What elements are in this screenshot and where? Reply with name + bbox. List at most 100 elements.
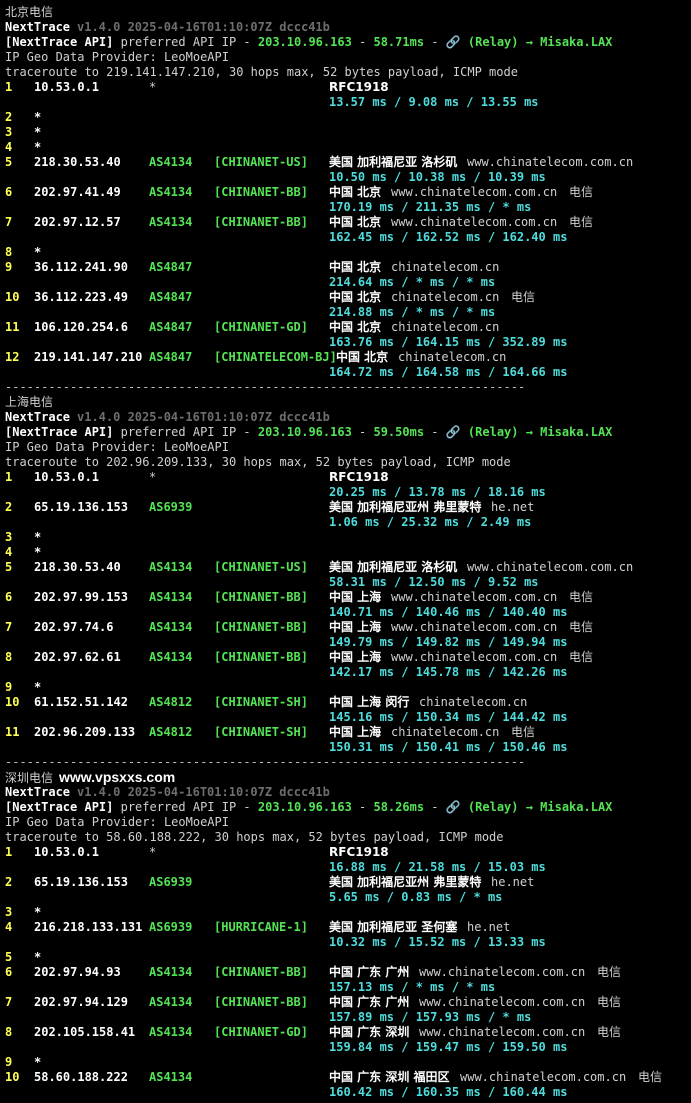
hop-geo: 美国 加利福尼亚 洛杉矶 — [329, 560, 458, 574]
hop-number: 8 — [5, 1025, 13, 1039]
hop-hostname: chinatelecom.cn — [391, 320, 500, 334]
traceroute-command: traceroute to 219.141.147.210, 30 hops m… — [5, 65, 518, 79]
hop-ip: 106.120.254.6 — [34, 320, 128, 334]
hop-number: 12 — [5, 350, 20, 364]
api-relay: 🔗 (Relay) → Misaka.LAX — [445, 425, 613, 439]
hop-hostname: he.net — [467, 920, 511, 934]
hop-asn: AS4134 — [149, 215, 193, 229]
geo-provider-line: IP Geo Data Provider: LeoMoeAPI — [5, 50, 229, 65]
hop-number: 3 — [5, 530, 13, 544]
hop-number: 3 — [5, 125, 13, 139]
hop-rtt: 150.31 ms / 150.41 ms / 150.46 ms — [329, 740, 568, 754]
hop-geo: 中国 广东 深圳 福田区 — [329, 1070, 450, 1084]
api-ip: 203.10.96.163 — [257, 425, 352, 439]
hop-geo: 中国 北京 — [329, 320, 382, 334]
geo-provider-text: IP Geo Data Provider: LeoMoeAPI — [5, 440, 229, 454]
hop-tag: [CHINANET-BB] — [214, 185, 308, 199]
hop-geo: 中国 北京 — [336, 350, 389, 364]
api-dash: - — [351, 425, 374, 439]
geo-provider-line: IP Geo Data Provider: LeoMoeAPI — [5, 815, 229, 830]
hop-number: 5 — [5, 560, 13, 574]
geo-provider-text: IP Geo Data Provider: LeoMoeAPI — [5, 815, 229, 829]
hop-tag: [CHINANET-BB] — [214, 590, 308, 604]
section-separator: ----------------------------------------… — [5, 755, 525, 770]
hop-geo: 美国 加利福尼亚州 弗里蒙特 — [329, 500, 482, 514]
hop-ip: 218.30.53.40 — [34, 560, 121, 574]
hop-asn: AS4134 — [149, 155, 193, 169]
hop-number: 10 — [5, 1070, 20, 1084]
hop-asn: AS4847 — [149, 290, 193, 304]
hop-number: 5 — [5, 950, 13, 964]
hop-geo: RFC1918 — [329, 470, 389, 484]
hop-tag: [CHINANET-US] — [214, 560, 308, 574]
section-title: 深圳电信 www.vpsxxs.com — [5, 770, 175, 786]
hop-number: 2 — [5, 500, 13, 514]
brand-name: NextTrace — [5, 785, 71, 799]
hop-geo: RFC1918 — [329, 80, 389, 94]
hop-geo: 中国 上海 — [329, 590, 382, 604]
hop-isp: 电信 — [597, 965, 622, 979]
hop-hostname: he.net — [491, 500, 535, 514]
hop-tag: [CHINANET-US] — [214, 155, 308, 169]
hop-isp: 电信 — [569, 650, 594, 664]
hop-timeout: * — [34, 905, 42, 919]
nexttrace-version-line: NextTrace v1.4.0 2025-04-16T01:10:07Z dcc… — [5, 410, 330, 425]
hop-asn: AS4134 — [149, 650, 193, 664]
hop-asn: AS6939 — [149, 875, 193, 889]
hop-hostname: chinatelecom.cn — [391, 290, 500, 304]
hop-rtt: 214.88 ms / * ms / * ms — [329, 305, 496, 319]
geo-provider-text: IP Geo Data Provider: LeoMoeAPI — [5, 50, 229, 64]
version-string: v1.4.0 2025-04-16T01:10:07Z dccc41b — [77, 410, 330, 424]
hop-hostname: www.chinatelecom.com.cn — [391, 650, 558, 664]
hop-asn: AS6939 — [149, 920, 193, 934]
api-separator: - — [424, 35, 446, 49]
hop-ip: 202.97.41.49 — [34, 185, 121, 199]
hop-ip: 202.97.94.93 — [34, 965, 121, 979]
hop-number: 7 — [5, 995, 13, 1009]
hop-timeout: * — [34, 680, 42, 694]
terminal-window: 北京电信 NextTrace v1.4.0 2025-04-16T01:10:07Z… — [0, 0, 691, 1103]
hop-geo: 中国 上海 闵行 — [329, 695, 410, 709]
hop-asn: AS4134 — [149, 965, 193, 979]
hop-ip: 202.96.209.133 — [34, 725, 136, 739]
hop-hostname: www.chinatelecom.com.cn — [391, 590, 558, 604]
hop-geo: 美国 加利福尼亚州 弗里蒙特 — [329, 875, 482, 889]
hop-number: 7 — [5, 620, 13, 634]
api-latency: 58.71ms — [373, 35, 425, 49]
version-string: v1.4.0 2025-04-16T01:10:07Z dccc41b — [77, 785, 330, 799]
hop-hostname: www.chinatelecom.com.cn — [391, 620, 558, 634]
api-dash: - — [351, 800, 374, 814]
traceroute-line: traceroute to 219.141.147.210, 30 hops m… — [5, 65, 518, 80]
nexttrace-version-line: NextTrace v1.4.0 2025-04-16T01:10:07Z dcc… — [5, 785, 330, 800]
hop-number: 2 — [5, 110, 13, 124]
hop-rtt: 5.65 ms / 0.83 ms / * ms — [329, 890, 503, 904]
api-ip: 203.10.96.163 — [257, 800, 352, 814]
hop-asn: AS4134 — [149, 185, 193, 199]
hop-number: 4 — [5, 920, 13, 934]
hop-ip: 61.152.51.142 — [34, 695, 128, 709]
hop-tag: [CHINANET-GD] — [214, 1025, 308, 1039]
hop-rtt: 142.17 ms / 145.78 ms / 142.26 ms — [329, 665, 568, 679]
hop-geo: 中国 北京 — [329, 185, 382, 199]
hop-hostname: www.chinatelecom.com.cn — [419, 1025, 586, 1039]
nexttrace-version-line: NextTrace v1.4.0 2025-04-16T01:10:07Z dcc… — [5, 20, 330, 35]
section-title-text: 深圳电信 — [5, 771, 54, 785]
hop-geo: 中国 上海 — [329, 725, 382, 739]
hop-tag: [CHINANET-BB] — [214, 620, 308, 634]
geo-provider-line: IP Geo Data Provider: LeoMoeAPI — [5, 440, 229, 455]
section-title-text: 北京电信 — [5, 5, 54, 19]
hop-hostname: www.chinatelecom.com.cn — [391, 185, 558, 199]
hop-rtt: 20.25 ms / 13.78 ms / 18.16 ms — [329, 485, 546, 499]
hop-rtt: 214.64 ms / * ms / * ms — [329, 275, 496, 289]
hop-ip: 36.112.223.49 — [34, 290, 128, 304]
hop-rtt: 10.32 ms / 15.52 ms / 13.33 ms — [329, 935, 546, 949]
hop-asn: * — [149, 80, 157, 94]
hop-isp: 电信 — [569, 185, 594, 199]
hop-rtt: 140.71 ms / 140.46 ms / 140.40 ms — [329, 605, 568, 619]
hop-ip: 202.97.74.6 — [34, 620, 114, 634]
traceroute-line: traceroute to 202.96.209.133, 30 hops ma… — [5, 455, 511, 470]
traceroute-line: traceroute to 58.60.188.222, 30 hops max… — [5, 830, 504, 845]
api-prefix: [NextTrace API] — [5, 35, 114, 49]
hop-hostname: chinatelecom.cn — [391, 260, 500, 274]
hop-asn: AS4812 — [149, 725, 193, 739]
